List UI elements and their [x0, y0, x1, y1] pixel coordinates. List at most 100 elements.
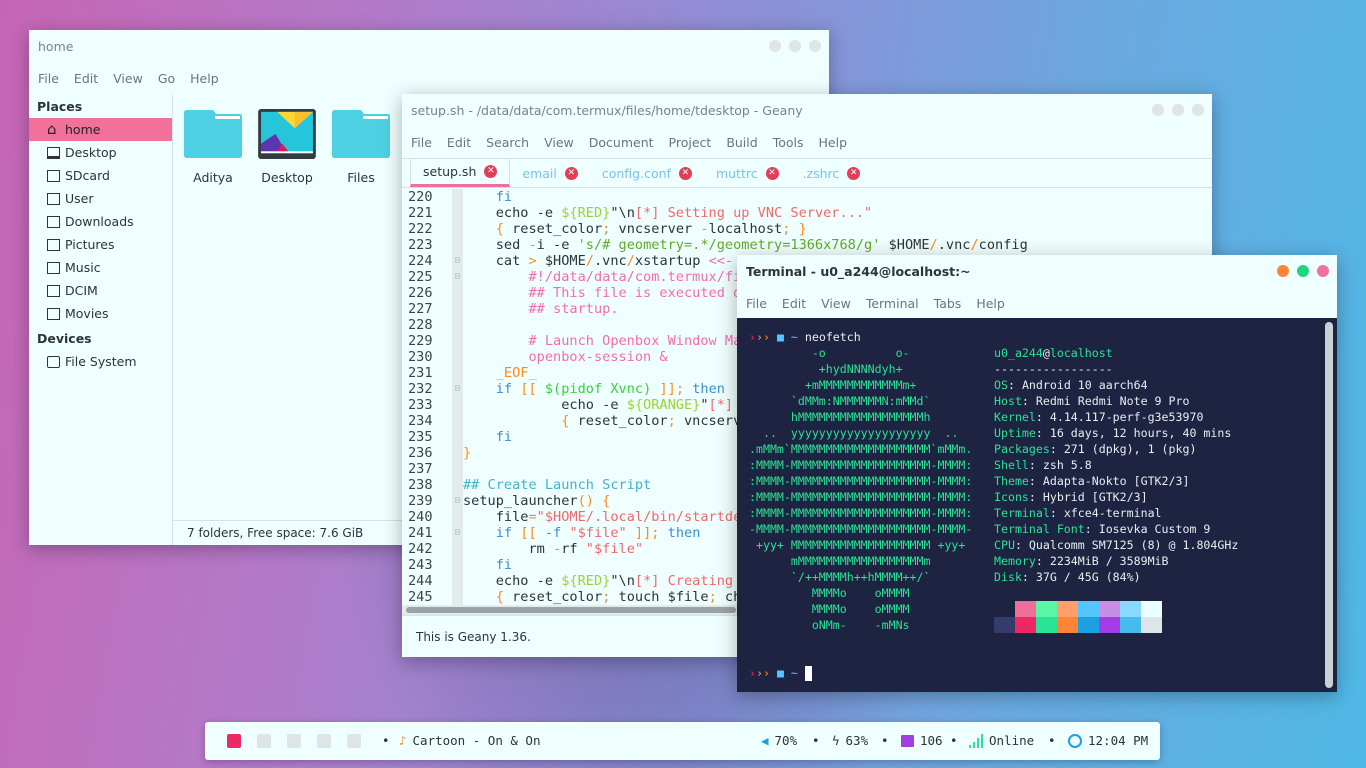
sidebar-item-home[interactable]: ⌂ home — [29, 118, 172, 141]
menu-edit[interactable]: Edit — [782, 296, 806, 319]
file-item[interactable]: Aditya — [181, 109, 245, 185]
sidebar-item-pictures[interactable]: Pictures — [29, 233, 172, 256]
color-swatch — [1099, 601, 1120, 617]
code-token: then — [692, 381, 725, 397]
fold-marker-icon[interactable]: ⊟ — [452, 253, 463, 269]
menu-document[interactable]: Document — [589, 135, 654, 158]
tab-muttrc[interactable]: muttrc ✕ — [704, 159, 791, 187]
window-title: Terminal - u0_a244@localhost:~ — [746, 264, 971, 279]
menu-terminal[interactable]: Terminal — [866, 296, 919, 319]
close-tab-icon[interactable]: ✕ — [847, 166, 861, 180]
menu-edit[interactable]: Edit — [447, 135, 471, 158]
menu-view[interactable]: View — [113, 71, 143, 94]
volume-widget[interactable]: ◀ 70% — [761, 733, 797, 748]
sidebar-item-music[interactable]: Music — [29, 256, 172, 279]
mail-widget[interactable]: 106 — [901, 733, 943, 748]
menu-tabs[interactable]: Tabs — [934, 296, 962, 319]
fold-marker-icon[interactable]: ⊟ — [452, 525, 463, 541]
close-tab-icon[interactable]: ✕ — [564, 166, 578, 180]
fold-marker-icon[interactable]: ⊟ — [452, 269, 463, 285]
info-value: 4.14.117-perf-g3e53970 — [1049, 410, 1204, 424]
close-button[interactable] — [1317, 265, 1329, 277]
menu-help[interactable]: Help — [976, 296, 1005, 319]
info-line: Theme: Adapta-Nokto [GTK2/3] — [994, 474, 1190, 488]
fold-guide — [452, 445, 463, 461]
menu-view[interactable]: View — [544, 135, 574, 158]
sidebar-item-user[interactable]: User — [29, 187, 172, 210]
workspace-button[interactable] — [227, 734, 241, 748]
file-item[interactable]: Desktop — [255, 109, 319, 185]
color-swatch — [1120, 601, 1141, 617]
minimize-button[interactable] — [1277, 265, 1289, 277]
menu-go[interactable]: Go — [158, 71, 175, 94]
code-token: ]]; — [659, 381, 685, 397]
fold-marker-icon[interactable]: ⊟ — [452, 493, 463, 509]
fold-marker-icon[interactable]: ⊟ — [452, 381, 463, 397]
sidebar-item-downloads[interactable]: Downloads — [29, 210, 172, 233]
menu-help[interactable]: Help — [819, 135, 848, 158]
close-tab-icon[interactable]: ✕ — [765, 166, 779, 180]
tab-zshrc[interactable]: .zshrc ✕ — [791, 159, 873, 187]
line-number: 220 — [402, 189, 452, 205]
code-token: [*] Creating — [634, 573, 734, 589]
info-line: Host: Redmi Redmi Note 9 Pro — [994, 394, 1190, 408]
menu-file[interactable]: File — [38, 71, 59, 94]
workspace-button[interactable] — [347, 734, 361, 748]
minimize-button[interactable] — [1152, 104, 1164, 116]
close-button[interactable] — [1192, 104, 1204, 116]
vertical-scrollbar[interactable] — [1325, 322, 1333, 688]
maximize-button[interactable] — [789, 40, 801, 52]
menu-project[interactable]: Project — [669, 135, 712, 158]
maximize-button[interactable] — [1297, 265, 1309, 277]
scrollbar-thumb[interactable] — [406, 607, 736, 613]
color-swatch — [1141, 617, 1162, 633]
minimize-button[interactable] — [769, 40, 781, 52]
window-controls — [1152, 104, 1204, 116]
tab-setupsh[interactable]: setup.sh ✕ — [410, 159, 511, 187]
code-token: - — [700, 221, 709, 237]
menu-view[interactable]: View — [821, 296, 851, 319]
sidebar-item-desktop[interactable]: Desktop — [29, 141, 172, 164]
sidebar-item-sdcard[interactable]: SDcard — [29, 164, 172, 187]
sidebar-item-movies[interactable]: Movies — [29, 302, 172, 325]
music-widget[interactable]: ♪ Cartoon - On & On — [399, 733, 540, 748]
workspace-button[interactable] — [257, 734, 271, 748]
prompt-arrows-icon: ››› — [749, 666, 770, 680]
close-tab-icon[interactable]: ✕ — [484, 165, 498, 178]
close-tab-icon[interactable]: ✕ — [678, 166, 692, 180]
color-swatch — [1078, 617, 1099, 633]
menu-tools[interactable]: Tools — [773, 135, 804, 158]
file-item[interactable]: Files — [329, 109, 393, 185]
code-token: { — [602, 493, 611, 509]
code-token: [*] — [708, 397, 734, 413]
network-widget[interactable]: Online — [969, 733, 1034, 748]
menu-help[interactable]: Help — [190, 71, 219, 94]
info-value: Hybrid [GTK2/3] — [1042, 490, 1148, 504]
menu-edit[interactable]: Edit — [74, 71, 98, 94]
maximize-button[interactable] — [1172, 104, 1184, 116]
code-token: localhost — [708, 221, 783, 237]
workspace-button[interactable] — [287, 734, 301, 748]
code-token: # Launch Openbox Window Ma — [463, 333, 742, 349]
code-token: "$HOME/.local/bin/startde — [536, 509, 742, 525]
code-text: echo -e ${RED}"\n[*] Creating — [463, 573, 733, 589]
sidebar-item-file-system[interactable]: File System — [29, 350, 172, 373]
tab-email[interactable]: email ✕ — [510, 159, 589, 187]
workspace-button[interactable] — [317, 734, 331, 748]
tab-configconf[interactable]: config.conf ✕ — [590, 159, 704, 187]
menu-search[interactable]: Search — [486, 135, 529, 158]
sidebar-item-dcim[interactable]: DCIM — [29, 279, 172, 302]
info-line: Terminal: xfce4-terminal — [994, 506, 1162, 520]
file-name: Desktop — [261, 170, 313, 185]
menu-file[interactable]: File — [411, 135, 432, 158]
close-button[interactable] — [809, 40, 821, 52]
menu-file[interactable]: File — [746, 296, 767, 319]
code-token: [[ — [520, 525, 537, 541]
info-value: 271 (dpkg), 1 (pkg) — [1063, 442, 1197, 456]
terminal-output[interactable]: ››› ■ ~ neofetch -o o- +hydNNNNdyh+ +mMM… — [737, 318, 1337, 692]
logo-art-line: `dMMm:NMMMMMMN:mMMd` — [749, 394, 931, 408]
clock-widget[interactable]: 12:04 PM — [1068, 733, 1148, 748]
menu-build[interactable]: Build — [726, 135, 757, 158]
code-token: ${RED} — [561, 205, 611, 221]
